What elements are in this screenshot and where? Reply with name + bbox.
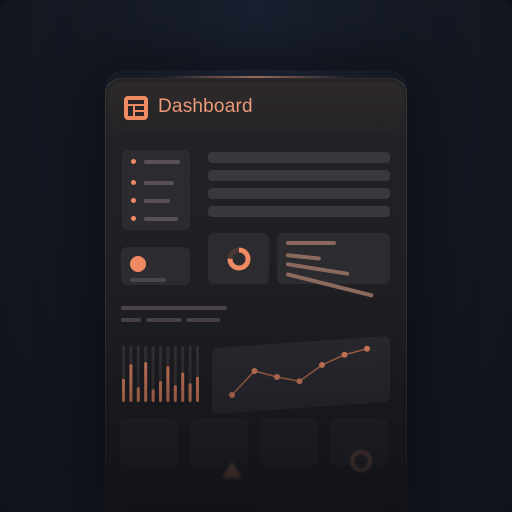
line-point: [274, 374, 280, 380]
sidebar-item-label: [144, 160, 180, 164]
bar: [196, 376, 199, 402]
list-line: [286, 241, 336, 245]
bar-chart: [122, 346, 199, 402]
line-point: [296, 378, 303, 385]
sidebar-item-label: [144, 181, 174, 185]
content-row: [208, 152, 390, 163]
bar: [166, 366, 170, 402]
sidebar-item-label: [144, 199, 170, 203]
bar: [136, 387, 140, 402]
triangle-icon: [222, 462, 242, 478]
bottom-card[interactable]: [120, 418, 178, 466]
dot-icon: [131, 159, 136, 164]
bar: [144, 362, 148, 402]
bar: [173, 385, 177, 402]
text-line: [146, 318, 182, 322]
line-point: [319, 362, 325, 368]
bar: [151, 389, 155, 402]
text-line: [121, 318, 141, 322]
donut-chart: [227, 247, 251, 271]
content-row: [208, 206, 390, 217]
text-line: [121, 306, 227, 310]
avatar: [130, 256, 146, 272]
bar: [188, 383, 192, 402]
line-point: [341, 351, 348, 358]
line-chart: [229, 345, 370, 398]
page-title: Dashboard: [158, 96, 253, 117]
dot-icon: [131, 180, 136, 185]
bar: [129, 364, 133, 402]
profile-label: [130, 278, 166, 282]
dashboard-layout-icon: [124, 96, 148, 120]
content-row: [208, 170, 390, 181]
dot-icon: [131, 216, 136, 221]
content-row: [208, 188, 390, 199]
bar: [159, 381, 162, 402]
header-bar: [108, 82, 404, 132]
line-point: [229, 392, 235, 398]
dot-icon: [131, 198, 136, 203]
sidebar-item-label: [144, 217, 178, 221]
bottom-card[interactable]: [190, 418, 248, 466]
line-point: [251, 368, 258, 374]
bar: [122, 378, 125, 402]
bottom-card[interactable]: [260, 418, 318, 466]
text-line: [186, 318, 220, 322]
bar: [181, 372, 185, 402]
panel-highlight: [160, 76, 350, 78]
ring-icon: [350, 450, 372, 472]
app-stage: Dashboard: [0, 0, 512, 512]
line-point: [364, 345, 370, 352]
